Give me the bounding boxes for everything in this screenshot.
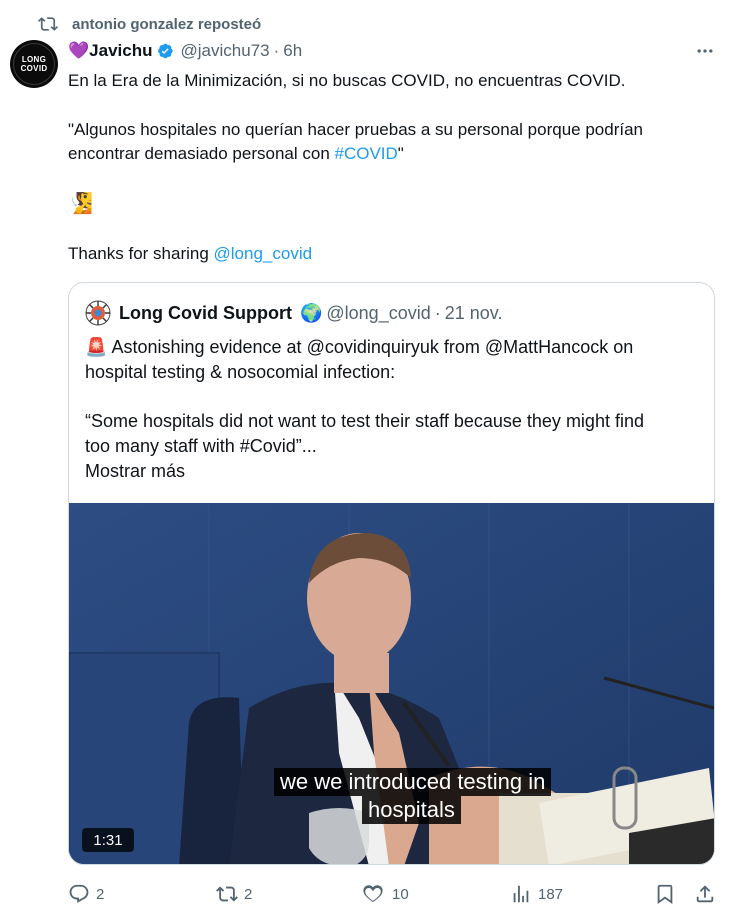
views-count: 187	[538, 885, 564, 903]
header-separator: ·	[273, 41, 280, 60]
quoted-time[interactable]: 21 nov.	[445, 303, 503, 324]
repost-indicator: antonio gonzalez reposteó	[38, 12, 261, 36]
tweet-text-line-1: En la Era de la Minimización, si no busc…	[68, 71, 626, 90]
video-player[interactable]: we we introduced testing in hospitals 1:…	[69, 503, 714, 864]
avatar-ring	[13, 43, 55, 85]
tweet-text-quote-1: "Algunos hospitales no querían hacer pru…	[68, 120, 643, 139]
quoted-tweet-header: Long Covid Support 🌍 @long_covid · 21 no…	[85, 299, 502, 327]
quoted-text-line-3: “Some hospitals did not want to test the…	[85, 411, 644, 431]
tweet-text-thanks: Thanks for sharing @long_covid	[68, 242, 728, 266]
share-icon	[696, 885, 714, 903]
bookmark-button[interactable]	[654, 876, 676, 912]
more-icon	[697, 49, 713, 53]
long-covid-support-avatar-icon	[85, 300, 111, 326]
repost-icon	[38, 17, 58, 31]
globe-emoji: 🌍	[299, 302, 323, 323]
repost-button[interactable]: 2	[216, 876, 252, 912]
thanks-text: Thanks for sharing	[68, 244, 214, 263]
quoted-tweet-card[interactable]: Long Covid Support 🌍 @long_covid · 21 no…	[68, 282, 715, 865]
deaf-person-emoji: 🧏	[68, 193, 93, 215]
quoted-separator: ·	[434, 302, 441, 323]
show-more-link[interactable]: Mostrar más	[85, 459, 185, 484]
tweet-header: 💜 Javichu @javichu73 · 6h	[68, 38, 302, 64]
quoted-text-line-4: too many staff with #Covid”...	[85, 436, 317, 456]
quoted-text-line-2: hospital testing & nosocomial infection:	[85, 362, 396, 382]
quoted-text-line-1: 🚨 Astonishing evidence at @covidinquiryu…	[85, 335, 705, 360]
quote-line-2-suffix: "	[397, 144, 404, 163]
analytics-icon	[513, 885, 529, 903]
bookmark-icon	[657, 884, 673, 905]
tweet-time[interactable]: 6h	[283, 41, 302, 61]
verified-badge-icon	[158, 43, 174, 59]
purple-heart-emoji: 💜	[68, 41, 90, 60]
quoted-line-1: Astonishing evidence at @covidinquiryuk …	[111, 337, 634, 357]
reposter-name[interactable]: antonio gonzalez reposteó	[72, 16, 261, 33]
video-duration-badge: 1:31	[82, 828, 134, 852]
heart-icon	[363, 885, 383, 903]
more-options-button[interactable]	[690, 38, 720, 64]
reply-count: 2	[96, 885, 105, 903]
quoted-author-handle[interactable]: @long_covid	[326, 303, 430, 324]
quoted-author-name[interactable]: Long Covid Support	[119, 303, 292, 324]
repost-action-icon	[216, 886, 238, 902]
repost-count: 2	[244, 885, 253, 903]
siren-emoji: 🚨	[85, 337, 108, 357]
like-count: 10	[392, 885, 409, 903]
share-button[interactable]	[694, 876, 716, 912]
like-button[interactable]: 10	[362, 876, 409, 912]
quote-line-2-text: encontrar demasiado personal con	[68, 144, 335, 163]
tweet-text-quote-2: encontrar demasiado personal con #COVID"	[68, 142, 728, 166]
reply-button[interactable]: 2	[68, 876, 104, 912]
author-name[interactable]: Javichu	[89, 41, 152, 61]
mention-long-covid-link[interactable]: @long_covid	[214, 244, 313, 263]
video-subtitle-line-2: hospitals	[362, 796, 461, 824]
author-handle[interactable]: @javichu73	[180, 41, 269, 61]
views-button[interactable]: 187	[510, 876, 563, 912]
hashtag-covid-link[interactable]: #COVID	[335, 144, 398, 163]
reply-icon	[69, 884, 89, 903]
avatar[interactable]: LONG COVID	[10, 40, 58, 88]
video-subtitle-line-1: we we introduced testing in	[274, 768, 552, 796]
